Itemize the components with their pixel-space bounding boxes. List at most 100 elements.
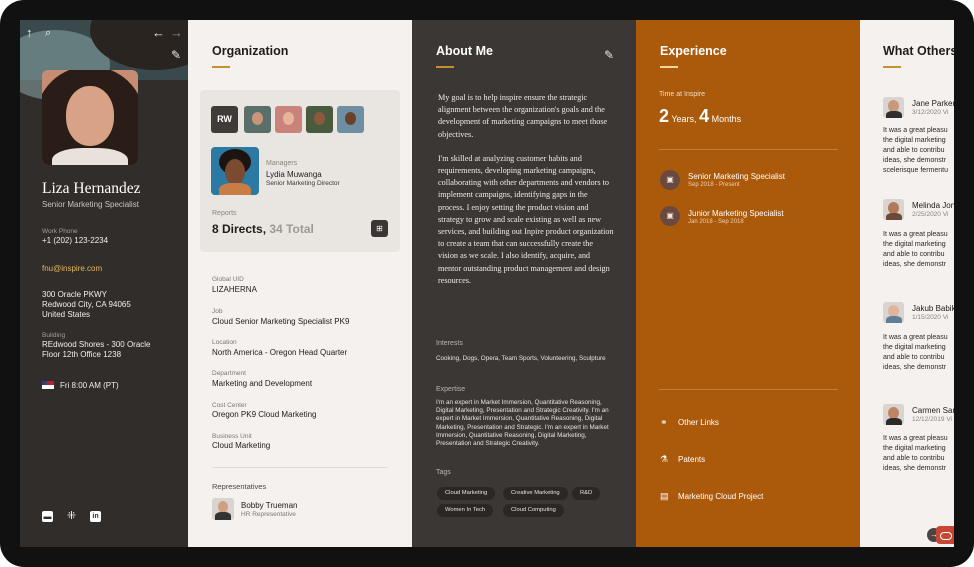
reviewer-photo[interactable] [883, 404, 904, 425]
reviewer-name[interactable]: Carmen San [912, 406, 954, 415]
email-link[interactable]: fnu@inspire.com [42, 264, 102, 274]
review-date: 3/12/2020 Vi [912, 109, 949, 116]
reviewer-photo[interactable] [883, 302, 904, 323]
representative-title: HR Representative [241, 511, 296, 518]
global-uid-label: Global UID [212, 276, 244, 283]
divider [659, 389, 838, 390]
manager-name[interactable]: Lydia Muwanga [266, 170, 322, 179]
business-unit-label: Business Unit [212, 433, 252, 440]
reviewer-name[interactable]: Jakub Babik [912, 304, 954, 313]
representative-name[interactable]: Bobby Trueman [241, 501, 297, 510]
about-text: My goal is to help inspire ensure the st… [438, 92, 614, 299]
team-member-avatar[interactable] [337, 106, 364, 133]
tag-chip[interactable]: R&D [572, 487, 601, 500]
reports-count: 8 Directs, 34 Total [212, 222, 314, 236]
pencil-icon[interactable]: ✎ [171, 48, 181, 62]
representatives-label: Representatives [212, 482, 267, 491]
profile-panel: ↑ ⌕ ← → ✎ Liza Hernandez Senior Marketin… [20, 20, 188, 547]
cost-center-label: Cost Center [212, 402, 247, 409]
tag-chip[interactable]: Cloud Marketing [437, 487, 496, 500]
org-chart-button[interactable]: ⊞ [371, 220, 388, 237]
reviewer-name[interactable]: Jane Parker [912, 99, 954, 108]
job-title[interactable]: Senior Marketing Specialist [688, 172, 785, 181]
reviewer-photo[interactable] [883, 199, 904, 220]
linkedin-icon[interactable]: in [90, 511, 101, 522]
reviewer-photo[interactable] [883, 97, 904, 118]
representative-photo[interactable] [212, 498, 234, 520]
review-date: 12/12/2019 Vi [912, 416, 952, 423]
marketing-cloud-project-link[interactable]: Marketing Cloud Project [678, 492, 763, 501]
reports-label: Reports [212, 210, 237, 217]
manager-photo[interactable] [211, 147, 259, 195]
managers-label: Managers [266, 160, 298, 167]
other-links-link[interactable]: Other Links [678, 418, 719, 427]
team-initials-badge[interactable]: RW [211, 106, 238, 133]
what-others-panel: What Others Jane Parker 3/12/2020 Vi It … [860, 20, 954, 547]
address-line-3: United States [42, 310, 91, 319]
search-icon[interactable]: ⌕ [45, 26, 51, 40]
slack-icon[interactable]: ⁜ [66, 511, 77, 522]
about-title: About Me [436, 44, 493, 58]
divider [212, 467, 388, 468]
cost-center-value: Oregon PK9 Cloud Marketing [212, 410, 317, 419]
local-time: Fri 8:00 AM (PT) [42, 381, 119, 391]
address-line-1: 300 Oracle PKWY [42, 290, 107, 299]
tag-chip[interactable]: Creative Marketing [503, 487, 568, 500]
profile-photo [42, 70, 138, 165]
interests-label: Interests [436, 340, 463, 347]
divider [659, 149, 838, 150]
interests-value: Cooking, Dogs, Opera, Team Sports, Volun… [436, 355, 606, 362]
location-label: Location [212, 339, 237, 346]
experience-title: Experience [660, 44, 727, 58]
address-line-2: Redwood City, CA 94065 [42, 300, 131, 309]
department-value: Marketing and Development [212, 379, 313, 388]
time-at-company-label: Time at Inspire [659, 91, 706, 98]
forward-arrow-icon[interactable]: → [170, 26, 183, 40]
back-arrow-icon[interactable]: ← [152, 26, 165, 40]
review-date: 1/15/2020 Vi [912, 314, 949, 321]
pencil-icon[interactable]: ✎ [604, 48, 614, 62]
building-line-1: REdwood Shores - 300 Oracle [42, 340, 151, 349]
team-member-avatar[interactable] [244, 106, 271, 133]
link-icon: ⚭ [660, 417, 668, 427]
what-others-title: What Others [883, 44, 954, 58]
business-unit-value: Cloud Marketing [212, 441, 271, 450]
work-phone-value[interactable]: +1 (202) 123-2234 [42, 236, 108, 246]
patents-link[interactable]: Patents [678, 455, 705, 464]
tag-chip[interactable]: Cloud Computing [503, 504, 564, 517]
reports-total: 34 Total [269, 222, 314, 236]
reviewer-name[interactable]: Melinda Jon [912, 201, 954, 210]
about-paragraph: I'm skilled at analyzing customer habits… [438, 153, 614, 285]
organization-underline [212, 66, 230, 68]
location-value: North America - Oregon Head Quarter [212, 348, 348, 357]
job-label: Job [212, 308, 223, 315]
flask-icon: ⚗ [660, 454, 669, 464]
reports-directs: 8 Directs, [212, 222, 267, 236]
tag-chip[interactable]: Women In Tech [437, 504, 494, 517]
document-icon: ▤ [660, 491, 669, 501]
flag-icon [42, 381, 54, 389]
about-paragraph: My goal is to help inspire ensure the st… [438, 93, 608, 139]
years-unit: Years, [671, 114, 697, 124]
team-member-avatar[interactable] [306, 106, 333, 133]
up-arrow-icon[interactable]: ↑ [26, 26, 33, 40]
team-member-avatar[interactable] [275, 106, 302, 133]
profile-name: Liza Hernandez [42, 180, 141, 197]
manager-title: Senior Marketing Director [266, 180, 340, 187]
review-text: It was a great pleasu the digital market… [883, 334, 948, 371]
organization-panel: Organization RW Managers Lydia Muwanga S… [188, 20, 412, 547]
about-panel: About Me ✎ My goal is to help inspire en… [412, 20, 636, 547]
job-value: Cloud Senior Marketing Specialist PK9 [212, 317, 350, 326]
review-text: It was a great pleasu the digital market… [883, 127, 948, 174]
experience-panel: Experience Time at Inspire 2 Years, 4 Mo… [636, 20, 860, 547]
tags-label: Tags [436, 469, 451, 476]
oracle-logo[interactable] [936, 526, 954, 544]
building-label: Building [42, 332, 66, 339]
job-title[interactable]: Junior Marketing Specialist [688, 209, 784, 218]
email-icon[interactable]: ▬ [42, 511, 53, 522]
expertise-label: Expertise [436, 386, 466, 393]
years-number: 2 [659, 106, 670, 126]
local-time-value: Fri 8:00 AM (PT) [60, 381, 119, 390]
building-line-2: Floor 12th Office 1238 [42, 350, 122, 359]
briefcase-icon: ▣ [660, 170, 680, 190]
